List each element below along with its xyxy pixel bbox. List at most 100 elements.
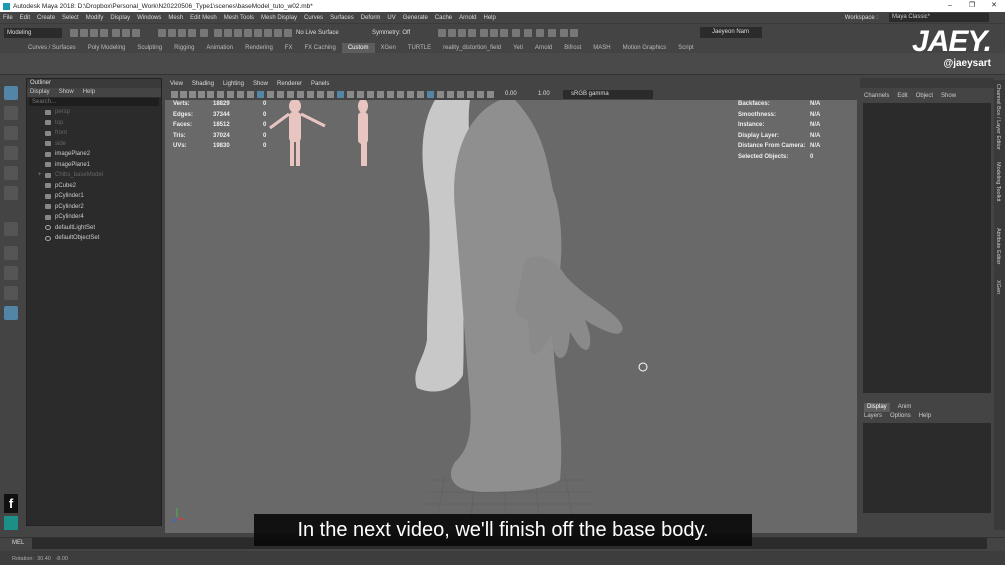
channel-box-menu-edit[interactable]: Edit: [897, 92, 907, 101]
menu-cache[interactable]: Cache: [435, 15, 452, 21]
outliner-item[interactable]: pCylinder2: [27, 202, 161, 213]
side-tab-attribute-editor[interactable]: Attribute Editor: [995, 228, 1001, 264]
layout-toggle-icon[interactable]: [4, 306, 18, 320]
four-view-icon[interactable]: [4, 266, 18, 280]
menu-create[interactable]: Create: [37, 15, 55, 21]
viewport-tool-icon[interactable]: [198, 91, 205, 98]
viewport-tool-icon[interactable]: [467, 91, 474, 98]
viewport-tool-icon[interactable]: [189, 91, 196, 98]
scale-tool-icon[interactable]: [4, 186, 18, 200]
viewport-panel[interactable]: View Shading Lighting Show Renderer Panels sR…: [165, 79, 857, 533]
viewport-menu-view[interactable]: View: [170, 81, 183, 87]
viewport-tool-icon[interactable]: [171, 91, 178, 98]
layer-list[interactable]: [863, 423, 991, 513]
menu-windows[interactable]: Windows: [137, 15, 161, 21]
show-manipulator-icon[interactable]: [4, 222, 18, 236]
shelf-tab-bifrost[interactable]: Bifrost: [558, 43, 587, 53]
status-tool-icon[interactable]: [90, 29, 98, 37]
menu-arnold[interactable]: Arnold: [459, 15, 476, 21]
viewport-tool-icon[interactable]: [267, 91, 274, 98]
layer-menu-options[interactable]: Options: [890, 412, 911, 421]
viewport-tool-icon[interactable]: [477, 91, 484, 98]
side-tab-modeling-toolkit[interactable]: Modeling Toolkit: [995, 162, 1001, 201]
menu-mesh-tools[interactable]: Mesh Tools: [224, 15, 254, 21]
viewport-tool-icon[interactable]: [377, 91, 384, 98]
channel-box-menu-channels[interactable]: Channels: [864, 92, 889, 101]
channel-box-menu-show[interactable]: Show: [941, 92, 956, 101]
shelf-tab-rendering[interactable]: Rendering: [239, 43, 279, 53]
outliner-item[interactable]: pCylinder4: [27, 212, 161, 223]
viewport-tool-icon[interactable]: [397, 91, 404, 98]
status-tool-icon[interactable]: [448, 29, 456, 37]
status-tool-icon[interactable]: [70, 29, 78, 37]
status-tool-icon[interactable]: [200, 29, 208, 37]
shelf-tab-mash[interactable]: MASH: [587, 43, 616, 53]
paint-select-tool-icon[interactable]: [4, 126, 18, 140]
status-tool-icon[interactable]: [132, 29, 140, 37]
viewport-tool-icon[interactable]: [180, 91, 187, 98]
status-tool-icon[interactable]: [188, 29, 196, 37]
menu-edit-mesh[interactable]: Edit Mesh: [190, 15, 217, 21]
viewport-tool-icon[interactable]: [447, 91, 454, 98]
viewport-tool-icon[interactable]: [287, 91, 294, 98]
status-tool-icon[interactable]: [512, 29, 520, 37]
status-tool-icon[interactable]: [480, 29, 488, 37]
menu-set-dropdown[interactable]: Modeling: [4, 28, 62, 38]
viewport-tool-icon[interactable]: [427, 91, 434, 98]
layer-tab-anim[interactable]: Anim: [898, 403, 912, 412]
menu-uv[interactable]: UV: [387, 15, 395, 21]
shelf-tab-xgen[interactable]: XGen: [375, 43, 402, 53]
single-view-icon[interactable]: [4, 246, 18, 260]
status-tool-icon[interactable]: [458, 29, 466, 37]
status-tool-icon[interactable]: [468, 29, 476, 37]
shelf-tab-motion-graphics[interactable]: Motion Graphics: [617, 43, 673, 53]
shelf-tab-animation[interactable]: Animation: [200, 43, 239, 53]
viewport-tool-icon[interactable]: [437, 91, 444, 98]
viewport-field-b[interactable]: 1.00: [538, 91, 550, 97]
shelf-tab-curves-surfaces[interactable]: Curves / Surfaces: [22, 43, 82, 53]
viewport-tool-icon[interactable]: [487, 91, 494, 98]
menu-display[interactable]: Display: [110, 15, 130, 21]
viewport-tool-icon[interactable]: [367, 91, 374, 98]
menu-file[interactable]: File: [3, 15, 13, 21]
viewport-tool-icon[interactable]: [307, 91, 314, 98]
expand-icon[interactable]: +: [38, 170, 42, 181]
viewport-tool-icon[interactable]: [227, 91, 234, 98]
viewport-tool-icon[interactable]: [387, 91, 394, 98]
shelf-tab-poly-modeling[interactable]: Poly Modeling: [82, 43, 132, 53]
outliner-item[interactable]: defaultLightSet: [27, 223, 161, 234]
viewport-menu-lighting[interactable]: Lighting: [223, 81, 244, 87]
viewport-tool-icon[interactable]: [257, 91, 264, 98]
status-tool-icon[interactable]: [560, 29, 568, 37]
viewport-tool-icon[interactable]: [337, 91, 344, 98]
shelf-tab-rigging[interactable]: Rigging: [168, 43, 200, 53]
outliner-item[interactable]: imagePlane2: [27, 149, 161, 160]
outliner-menu-display[interactable]: Display: [30, 88, 50, 97]
mel-label[interactable]: MEL: [12, 540, 24, 546]
status-tool-icon[interactable]: [524, 29, 532, 37]
viewport-tool-icon[interactable]: [207, 91, 214, 98]
menu-select[interactable]: Select: [62, 15, 79, 21]
shelf-tab-custom[interactable]: Custom: [341, 43, 375, 53]
status-tool-icon[interactable]: [224, 29, 232, 37]
viewport-field-a[interactable]: 0.00: [505, 91, 517, 97]
status-tool-icon[interactable]: [100, 29, 108, 37]
status-tool-icon[interactable]: [548, 29, 556, 37]
shelf-tab-yeti[interactable]: Yeti: [507, 43, 529, 53]
viewport-tool-icon[interactable]: [217, 91, 224, 98]
viewport-tool-icon[interactable]: [327, 91, 334, 98]
outliner-menu-show[interactable]: Show: [59, 88, 74, 97]
symmetry-label[interactable]: Symmetry: Off: [372, 28, 410, 38]
menu-surfaces[interactable]: Surfaces: [330, 15, 354, 21]
move-tool-icon[interactable]: [4, 146, 18, 160]
menu-generate[interactable]: Generate: [403, 15, 428, 21]
rotate-tool-icon[interactable]: [4, 166, 18, 180]
menu-curves[interactable]: Curves: [304, 15, 323, 21]
channel-box-menu-object[interactable]: Object: [916, 92, 933, 101]
menu-edit[interactable]: Edit: [20, 15, 30, 21]
status-tool-icon[interactable]: [80, 29, 88, 37]
status-tool-icon[interactable]: [438, 29, 446, 37]
layer-menu-layers[interactable]: Layers: [864, 412, 882, 421]
workspace-dropdown[interactable]: Maya Classic*: [889, 13, 989, 22]
outliner-item[interactable]: imagePlane1: [27, 160, 161, 171]
